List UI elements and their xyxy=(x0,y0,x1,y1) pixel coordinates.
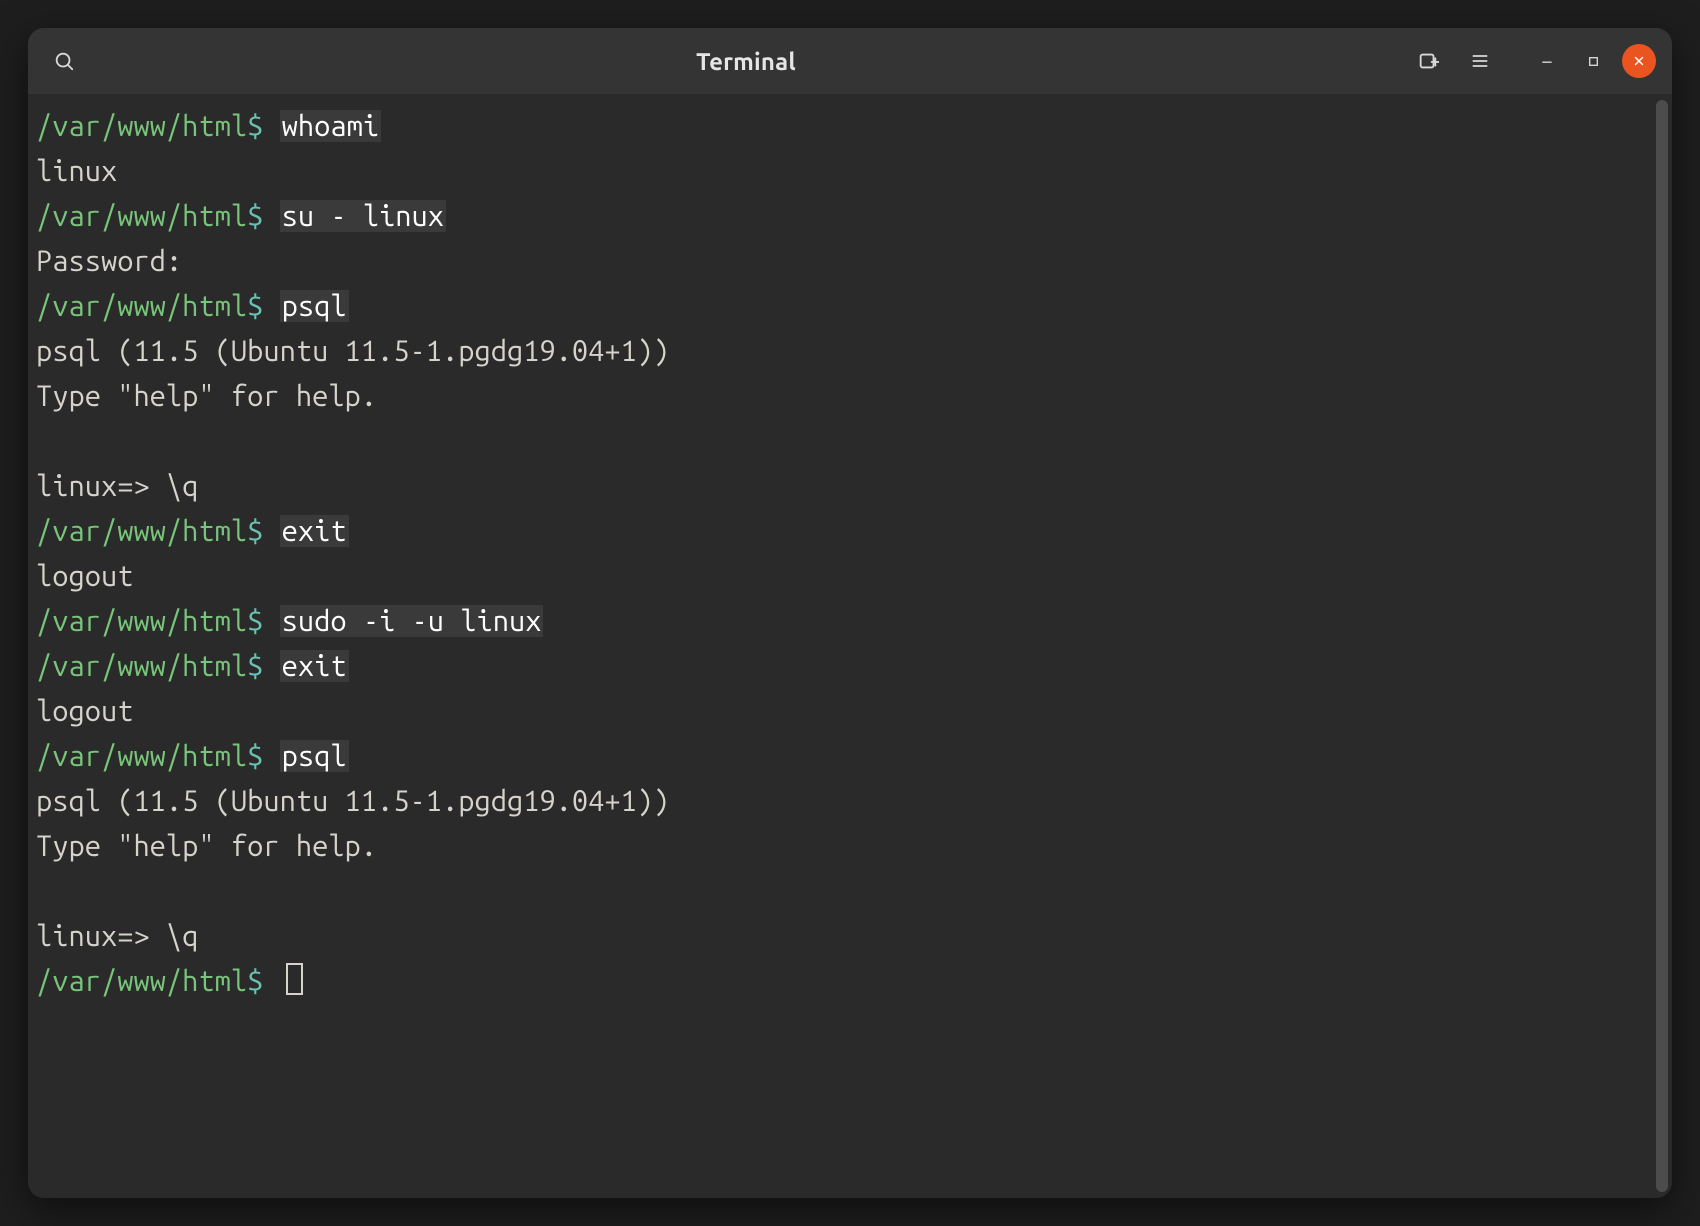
shell-command: exit xyxy=(280,515,349,547)
terminal-line: psql (11.5 (Ubuntu 11.5-1.pgdg19.04+1)) xyxy=(36,779,1658,824)
window-title: Terminal xyxy=(94,48,1398,75)
terminal-line: logout xyxy=(36,689,1658,734)
maximize-button[interactable] xyxy=(1576,44,1610,78)
titlebar-right xyxy=(1408,41,1656,81)
shell-command: su - linux xyxy=(280,200,446,232)
titlebar-left xyxy=(44,41,84,81)
psql-command: \q xyxy=(166,920,198,952)
scrollbar[interactable] xyxy=(1656,100,1668,1192)
terminal-line: /var/www/html$ exit xyxy=(36,509,1658,554)
terminal-line xyxy=(36,869,1658,914)
terminal-line: /var/www/html$ psql xyxy=(36,284,1658,329)
terminal-line: linux=> \q xyxy=(36,914,1658,959)
terminal-window: Terminal xyxy=(28,28,1672,1198)
close-button[interactable] xyxy=(1622,44,1656,78)
terminal-line: psql (11.5 (Ubuntu 11.5-1.pgdg19.04+1)) xyxy=(36,329,1658,374)
terminal-line: /var/www/html$ su - linux xyxy=(36,194,1658,239)
shell-command: psql xyxy=(280,290,349,322)
terminal-line: linux xyxy=(36,149,1658,194)
hamburger-menu-icon[interactable] xyxy=(1460,41,1500,81)
psql-prompt: linux=> xyxy=(36,920,166,952)
terminal-line: logout xyxy=(36,554,1658,599)
terminal-line: /var/www/html$ psql xyxy=(36,734,1658,779)
psql-prompt: linux=> xyxy=(36,470,166,502)
search-icon[interactable] xyxy=(44,41,84,81)
terminal-line xyxy=(36,419,1658,464)
terminal-output[interactable]: /var/www/html$ whoamilinux/var/www/html$… xyxy=(36,104,1658,1004)
shell-command: sudo -i -u linux xyxy=(280,605,544,637)
terminal-line: linux=> \q xyxy=(36,464,1658,509)
psql-command: \q xyxy=(166,470,198,502)
terminal-line: Password: xyxy=(36,239,1658,284)
new-tab-icon[interactable] xyxy=(1408,41,1448,81)
shell-command: whoami xyxy=(280,110,381,142)
shell-command: exit xyxy=(280,650,349,682)
terminal-line: /var/www/html$ xyxy=(36,959,1658,1004)
terminal-line: /var/www/html$ exit xyxy=(36,644,1658,689)
titlebar: Terminal xyxy=(28,28,1672,94)
terminal-body[interactable]: /var/www/html$ whoamilinux/var/www/html$… xyxy=(28,94,1672,1198)
cursor xyxy=(286,963,303,995)
minimize-button[interactable] xyxy=(1530,44,1564,78)
terminal-line: Type "help" for help. xyxy=(36,824,1658,869)
terminal-line: /var/www/html$ sudo -i -u linux xyxy=(36,599,1658,644)
terminal-line: Type "help" for help. xyxy=(36,374,1658,419)
terminal-line: /var/www/html$ whoami xyxy=(36,104,1658,149)
shell-command: psql xyxy=(280,740,349,772)
